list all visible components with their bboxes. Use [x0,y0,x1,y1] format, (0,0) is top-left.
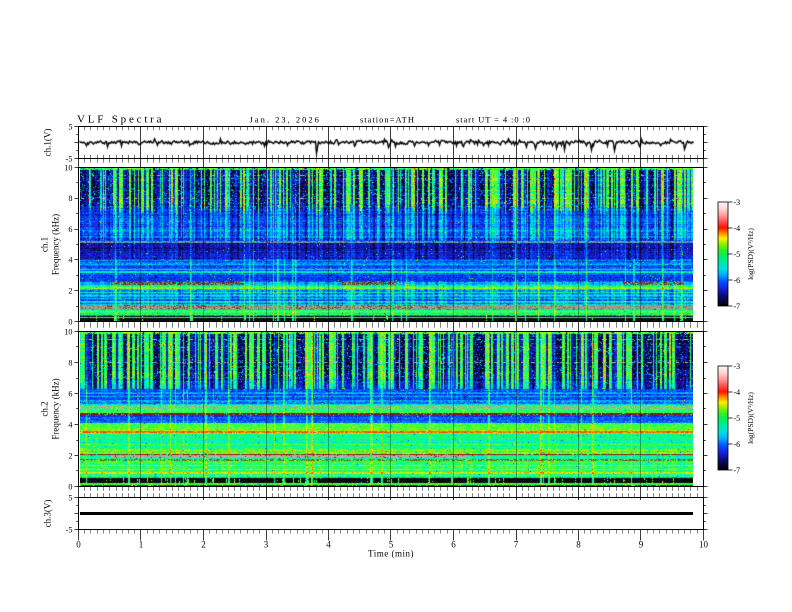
svg-text:9: 9 [639,540,644,550]
svg-text:Frequency (kHz): Frequency (kHz) [51,378,61,439]
svg-text:Frequency (kHz): Frequency (kHz) [51,214,61,275]
svg-text:ch.1: ch.1 [40,237,50,252]
svg-text:-6: -6 [734,440,741,449]
svg-text:-4: -4 [734,388,741,397]
svg-text:4: 4 [68,256,72,265]
svg-text:VLF Spectra: VLF Spectra [77,114,164,126]
svg-text:8: 8 [576,540,581,550]
svg-text:-6: -6 [734,276,741,285]
svg-text:-3: -3 [734,198,741,207]
svg-text:start UT = 4 :0 :0: start UT = 4 :0 :0 [456,115,531,125]
svg-text:0: 0 [68,317,72,326]
svg-text:5: 5 [68,122,72,131]
svg-text:log(PSD)(V²/Hz): log(PSD)(V²/Hz) [746,228,755,280]
svg-text:2: 2 [201,540,206,550]
svg-text:-5: -5 [734,414,741,423]
svg-text:ch.1(V): ch.1(V) [43,129,53,157]
svg-text:0: 0 [68,482,72,491]
svg-text:-5: -5 [66,525,73,534]
svg-text:6: 6 [451,540,456,550]
svg-text:10: 10 [699,540,709,550]
svg-text:-3: -3 [734,362,741,371]
svg-text:10: 10 [64,163,72,172]
svg-text:2: 2 [68,451,72,460]
svg-text:8: 8 [68,194,72,203]
svg-text:-5: -5 [734,250,741,259]
svg-text:-7: -7 [734,302,741,311]
svg-text:10: 10 [64,327,72,336]
svg-text:log(PSD)(V²/Hz): log(PSD)(V²/Hz) [746,392,755,444]
svg-text:-7: -7 [734,466,741,475]
svg-text:Time (min): Time (min) [368,549,414,559]
svg-text:-5: -5 [66,154,73,163]
svg-text:4: 4 [326,540,331,550]
svg-text:-4: -4 [734,224,741,233]
svg-text:0: 0 [76,540,81,550]
svg-text:2: 2 [68,287,72,296]
svg-text:8: 8 [68,358,72,367]
svg-text:6: 6 [68,225,72,234]
svg-text:station=ATH: station=ATH [360,115,415,125]
svg-text:4: 4 [68,420,72,429]
svg-text:1: 1 [139,540,144,550]
svg-text:Jan. 23, 2026: Jan. 23, 2026 [250,115,321,125]
svg-text:6: 6 [68,389,72,398]
svg-text:ch.2: ch.2 [40,401,50,416]
svg-text:5: 5 [68,493,72,502]
svg-text:ch.3(V): ch.3(V) [43,500,53,528]
svg-text:3: 3 [264,540,269,550]
svg-text:7: 7 [514,540,519,550]
